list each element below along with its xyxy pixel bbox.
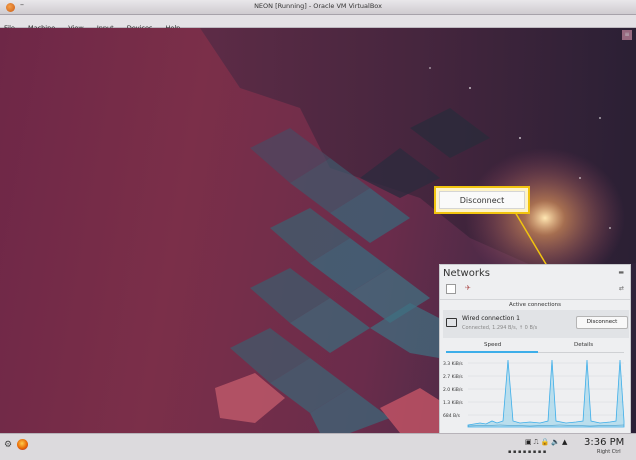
firefox-icon[interactable]: [17, 439, 28, 450]
host-key-label: Right Ctrl: [597, 449, 621, 455]
connection-item[interactable]: Wired connection 1 Connected, 1.294 B/s,…: [443, 310, 629, 338]
y-label-1: 3.3 KiB/s: [443, 361, 463, 367]
tab-bar: Speed Details: [440, 341, 630, 353]
y-label-4: 1.3 KiB/s: [443, 400, 463, 406]
networks-title: Networks: [443, 268, 490, 279]
vbox-device-icons[interactable]: ▪ ▪ ▪ ▪ ▪ ▪ ▪ ▪: [508, 449, 546, 455]
networks-popup: Networks ▬ ✈ ⇄ Active connections Wired …: [439, 264, 631, 434]
refresh-icon[interactable]: ⇄: [619, 285, 624, 292]
y-label-5: 684 B/s: [443, 413, 461, 419]
network-tray-icon[interactable]: ▣: [525, 438, 534, 446]
disconnect-button[interactable]: Disconnect: [576, 316, 628, 329]
download-series: [467, 359, 625, 428]
tab-speed[interactable]: Speed: [484, 342, 501, 348]
chevron-up-icon[interactable]: ▲: [562, 438, 569, 446]
connection-name: Wired connection 1: [462, 315, 520, 322]
callout-label: Disconnect: [439, 191, 525, 209]
enable-networking-checkbox[interactable]: [446, 284, 456, 294]
menubar: File Machine View Input Devices Help: [0, 15, 636, 32]
active-tab-indicator: [446, 351, 538, 353]
y-label-3: 2.0 KiB/s: [443, 387, 463, 393]
window-titlebar: – NEON [Running] - Oracle VM VirtualBox: [0, 0, 636, 15]
y-label-2: 2.7 KiB/s: [443, 374, 463, 380]
active-connections-header: Active connections: [440, 299, 630, 308]
desktop-menu-icon[interactable]: ≡: [622, 30, 632, 40]
system-tray: ▣⎍🔒🔈▲: [525, 438, 569, 447]
speaker-icon[interactable]: 🔈: [551, 438, 562, 446]
monitor-icon: [446, 318, 457, 327]
airplane-mode-icon[interactable]: ✈: [465, 284, 471, 292]
connection-status: Connected, 1.294 B/s, ↑ 0 B/s: [462, 325, 538, 331]
speed-chart: 3.3 KiB/s 2.7 KiB/s 2.0 KiB/s 1.3 KiB/s …: [443, 359, 625, 428]
clock: 3:36 PM: [584, 437, 625, 448]
disconnect-callout: Disconnect: [434, 186, 530, 214]
vbox-status-icons: ▪ ▪ ▪ ▪ ▪ ▪ ▪ ▪ Right Ctrl: [508, 449, 621, 455]
taskbar: ⚙ ▣⎍🔒🔈▲ 3:36 PM: [0, 433, 636, 460]
lock-icon[interactable]: 🔒: [541, 438, 552, 446]
kde-start-icon[interactable]: ⚙: [4, 440, 12, 450]
usb-icon[interactable]: ⎍: [534, 438, 541, 446]
pin-icon[interactable]: ▬: [618, 269, 624, 276]
tab-details[interactable]: Details: [574, 342, 593, 348]
window-title: NEON [Running] - Oracle VM VirtualBox: [254, 2, 382, 10]
